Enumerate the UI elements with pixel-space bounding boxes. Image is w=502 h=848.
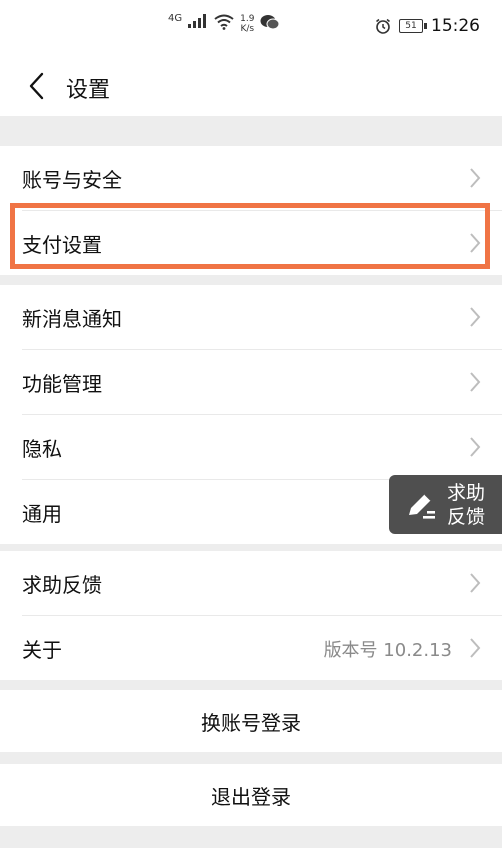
- speed-unit: K/s: [240, 24, 255, 34]
- settings-item-label: 隐私: [22, 436, 62, 461]
- settings-item-label: 新消息通知: [22, 306, 122, 331]
- settings-item-about[interactable]: 关于 版本号 10.2.13: [0, 616, 502, 680]
- settings-item-label: 支付设置: [22, 232, 102, 257]
- wechat-icon: [260, 15, 280, 30]
- nav-bar: 设置: [0, 56, 502, 116]
- floating-help-label: 求助 反馈: [447, 481, 485, 529]
- settings-item-features[interactable]: 功能管理: [0, 350, 502, 414]
- settings-item-label: 功能管理: [22, 371, 102, 396]
- network-speed: 1.9 K/s: [240, 14, 254, 34]
- chevron-right-icon: [470, 168, 481, 188]
- floating-help-button[interactable]: 求助 反馈: [389, 475, 502, 534]
- chevron-right-icon: [470, 573, 481, 593]
- logout-button[interactable]: 退出登录: [0, 764, 502, 826]
- clock: 15:26: [431, 16, 480, 36]
- chevron-right-icon: [470, 233, 481, 253]
- status-right: 51 15:26: [375, 16, 480, 36]
- status-bar: 4G 1.9 K/s 51 15:26: [0, 0, 502, 56]
- settings-item-privacy[interactable]: 隐私: [0, 415, 502, 479]
- settings-item-label: 账号与安全: [22, 167, 122, 192]
- alarm-icon: [376, 18, 390, 34]
- edit-icon: [409, 492, 435, 519]
- floating-help-line1: 求助: [447, 481, 486, 504]
- chevron-right-icon: [470, 638, 481, 658]
- signal-icon: [188, 14, 207, 28]
- settings-group-help: 求助反馈 关于 版本号 10.2.13: [0, 551, 502, 680]
- chevron-right-icon: [470, 307, 481, 327]
- chevron-right-icon: [470, 437, 481, 457]
- settings-item-account-security[interactable]: 账号与安全: [0, 146, 502, 210]
- floating-help-line2: 反馈: [447, 505, 486, 528]
- battery-indicator: 51: [399, 19, 427, 33]
- chevron-left-icon: [29, 72, 44, 100]
- version-number: 版本号 10.2.13: [323, 640, 452, 661]
- status-indicators: 4G 1.9 K/s: [168, 14, 280, 34]
- network-type: 4G: [168, 13, 183, 24]
- settings-item-label: 关于: [22, 637, 62, 662]
- settings-item-label: 求助反馈: [22, 572, 102, 597]
- wifi-icon: [214, 14, 234, 30]
- speed-value: 1.9: [240, 14, 255, 24]
- chevron-right-icon: [470, 372, 481, 392]
- page-title: 设置: [66, 78, 111, 103]
- settings-item-label: 通用: [22, 501, 62, 526]
- settings-item-help-feedback[interactable]: 求助反馈: [0, 551, 502, 615]
- settings-group-account: 账号与安全 支付设置: [0, 146, 502, 275]
- settings-item-payment[interactable]: 支付设置: [0, 211, 502, 275]
- settings-item-notifications[interactable]: 新消息通知: [0, 285, 502, 349]
- back-button[interactable]: [14, 64, 58, 108]
- switch-account-button[interactable]: 换账号登录: [0, 690, 502, 752]
